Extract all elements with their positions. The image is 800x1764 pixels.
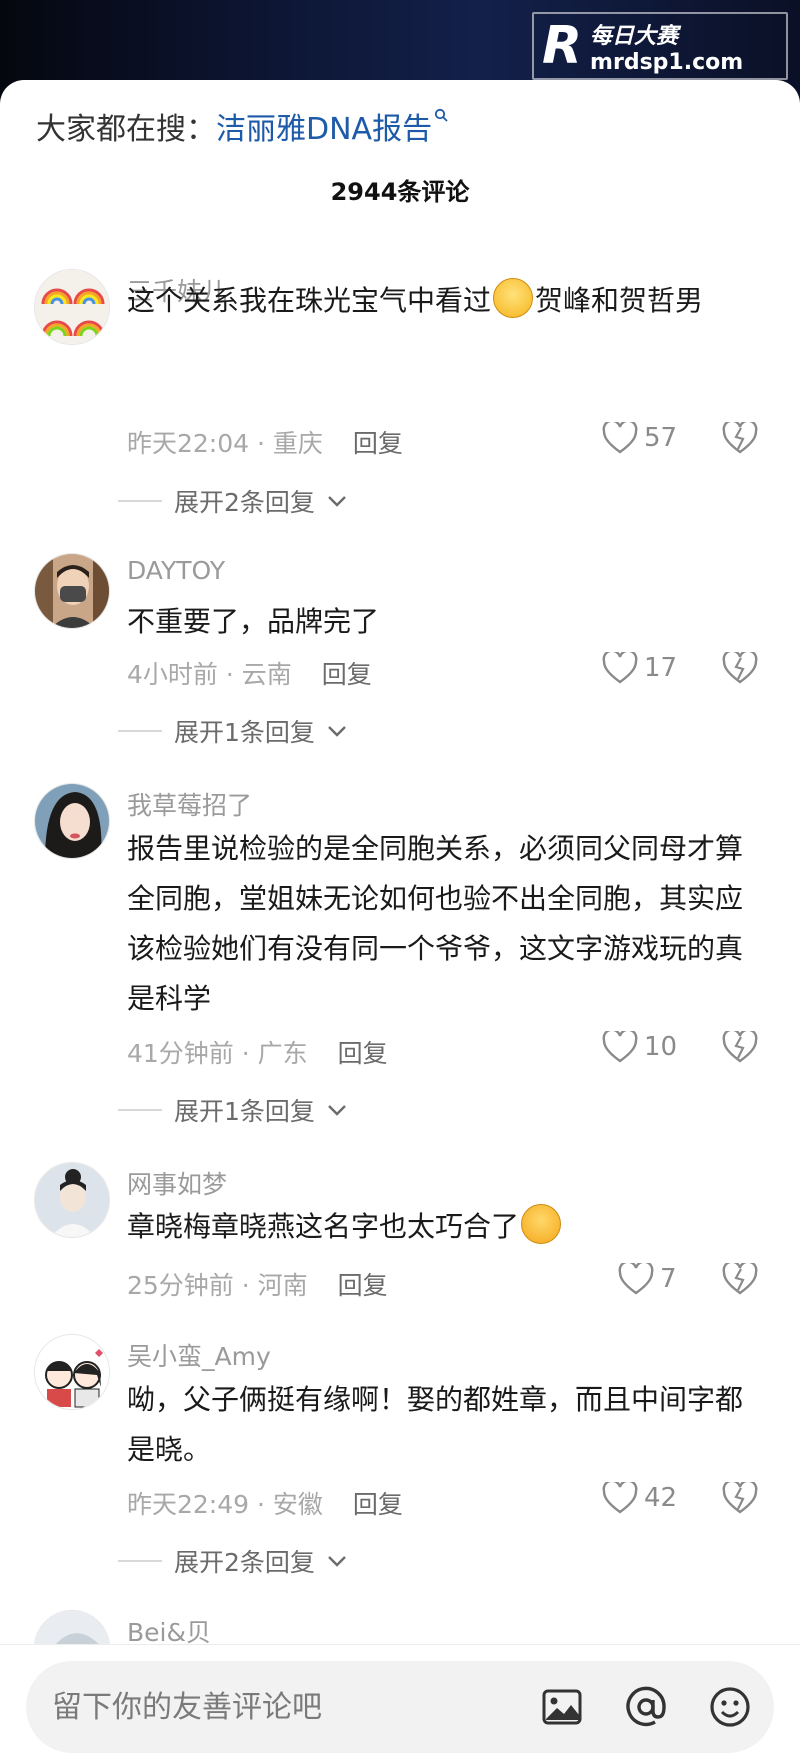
like-button[interactable]: 7	[618, 1263, 677, 1295]
heart-icon	[602, 1031, 638, 1063]
dislike-heart-icon[interactable]	[722, 419, 758, 458]
comment-input-bar	[0, 1644, 800, 1764]
divider	[118, 1560, 162, 1562]
like-count: 10	[644, 1032, 678, 1062]
expand-replies-button[interactable]: 展开1条回复	[118, 713, 347, 749]
comment-input[interactable]	[52, 1681, 512, 1733]
avatar[interactable]	[34, 553, 110, 629]
comment-time-location: 昨天22:49 · 安徽	[127, 1490, 323, 1519]
heart-icon	[618, 1263, 654, 1295]
comment-meta: 4小时前 · 云南 回复	[127, 655, 372, 691]
dislike-heart-icon[interactable]	[722, 649, 758, 688]
reply-button[interactable]: 回复	[353, 429, 403, 458]
dislike-heart-icon[interactable]	[722, 1260, 758, 1299]
reply-button[interactable]: 回复	[338, 1039, 388, 1068]
comment-meta: 昨天22:49 · 安徽 回复	[127, 1485, 403, 1521]
avatar[interactable]	[34, 783, 110, 859]
comment-time-location: 4小时前 · 云南	[127, 660, 292, 689]
dislike-heart-icon[interactable]	[722, 1028, 758, 1067]
watermark: R 每日大赛 mrdsp1.com	[532, 12, 788, 80]
like-count: 17	[644, 653, 678, 683]
heart-icon	[602, 422, 638, 454]
divider	[118, 1109, 162, 1111]
chevron-down-icon	[328, 1556, 346, 1567]
image-icon[interactable]	[538, 1683, 586, 1731]
expand-replies-label: 展开2条回复	[174, 488, 315, 517]
like-button[interactable]: 10	[602, 1031, 677, 1063]
search-term-link[interactable]: 洁丽雅DNA报告	[216, 104, 432, 148]
comment-text: 不重要了，品牌完了	[127, 605, 380, 638]
like-count: 7	[660, 1264, 677, 1294]
heart-icon	[602, 1482, 638, 1514]
expand-replies-label: 展开1条回复	[174, 718, 315, 747]
chevron-down-icon	[328, 496, 346, 507]
comment-username[interactable]: DAYTOY	[127, 556, 225, 585]
expand-replies-button[interactable]: 展开2条回复	[118, 483, 347, 519]
comment-username[interactable]: 吴小蛮_Amy	[127, 1337, 271, 1373]
avatar[interactable]	[34, 269, 110, 345]
expand-replies-label: 展开1条回复	[174, 1097, 315, 1126]
comments-count-title: 2944条评论	[330, 178, 470, 206]
like-count: 42	[644, 1483, 678, 1513]
expand-replies-button[interactable]: 展开2条回复	[118, 1543, 347, 1579]
avatar[interactable]	[34, 1162, 110, 1238]
search-icon	[434, 107, 448, 126]
comment-text: 章晓梅章晓燕这名字也太巧合了	[127, 1202, 767, 1252]
comments-sheet: 大家都在搜： 洁丽雅DNA报告 2944条评论 三千妹儿 这个关系我在珠光宝气中…	[0, 80, 800, 1764]
chevron-down-icon	[328, 1105, 346, 1116]
laugh-emoji	[493, 278, 534, 318]
comment-username[interactable]: 我草莓招了	[127, 786, 252, 822]
comment-username[interactable]: 网事如梦	[127, 1165, 227, 1201]
watermark-title: 每日大赛	[590, 23, 679, 49]
comment-time-location: 41分钟前 · 广东	[127, 1039, 308, 1068]
expand-replies-label: 展开2条回复	[174, 1548, 315, 1577]
dislike-heart-icon[interactable]	[722, 1479, 758, 1518]
comment-meta: 41分钟前 · 广东 回复	[127, 1034, 388, 1070]
comment-text: 呦，父子俩挺有缘啊！娶的都姓章，而且中间字都是晓。	[127, 1383, 744, 1466]
search-suggestion[interactable]: 大家都在搜： 洁丽雅DNA报告	[36, 104, 448, 148]
comment-meta: 25分钟前 · 河南 回复	[127, 1266, 388, 1302]
reply-button[interactable]: 回复	[322, 660, 372, 689]
reply-button[interactable]: 回复	[338, 1271, 388, 1300]
divider	[118, 730, 162, 732]
emoji-icon[interactable]	[706, 1683, 754, 1731]
divider	[118, 500, 162, 502]
at-icon[interactable]	[622, 1683, 670, 1731]
comment-meta: 昨天22:04 · 重庆 回复	[127, 424, 403, 460]
search-prefix: 大家都在搜：	[36, 112, 216, 147]
watermark-url: mrdsp1.com	[590, 49, 744, 75]
like-button[interactable]: 57	[602, 422, 677, 454]
chevron-down-icon	[328, 726, 346, 737]
like-button[interactable]: 17	[602, 652, 677, 684]
comment-input-container[interactable]	[26, 1661, 774, 1753]
like-count: 57	[644, 423, 678, 453]
like-button[interactable]: 42	[602, 1482, 677, 1514]
watermark-logo: R	[542, 16, 583, 76]
avatar[interactable]	[34, 1334, 110, 1410]
heart-icon	[602, 652, 638, 684]
comment-text: 报告里说检验的是全同胞关系，必须同父同母才算全同胞，堂姐妹无论如何也验不出全同胞…	[127, 832, 744, 1015]
comment-time-location: 昨天22:04 · 重庆	[127, 429, 323, 458]
comment-text: 这个关系我在珠光宝气中看过 贺峰和贺哲男	[127, 276, 767, 326]
reply-button[interactable]: 回复	[353, 1490, 403, 1519]
expand-replies-button[interactable]: 展开1条回复	[118, 1092, 347, 1128]
laugh-cry-emoji	[521, 1204, 562, 1244]
comment-time-location: 25分钟前 · 河南	[127, 1271, 308, 1300]
